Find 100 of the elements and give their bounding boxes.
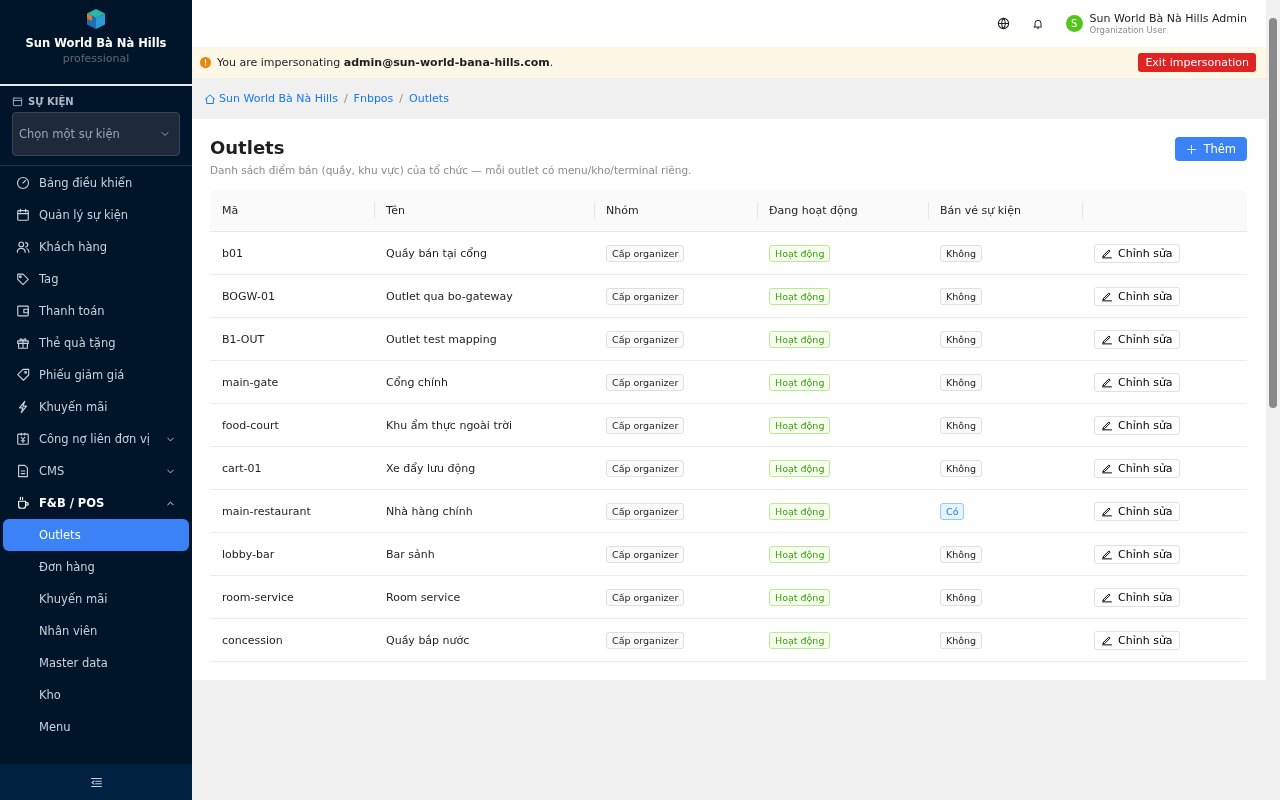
ticketing-tag: Không	[940, 373, 983, 391]
column-header: Mã	[210, 190, 374, 232]
sidebar-subitem[interactable]: Đơn hàng	[3, 551, 189, 583]
status-tag: Hoạt động	[769, 416, 831, 434]
pencil-icon	[1101, 419, 1113, 431]
status-tag: Hoạt động	[769, 588, 831, 606]
add-button[interactable]: Thêm	[1175, 137, 1247, 161]
ticketing-tag: Không	[940, 416, 983, 434]
group-tag: Cấp organizer	[606, 287, 685, 305]
warning-icon	[200, 57, 211, 68]
ticketing-tag: Không	[940, 287, 983, 305]
table-cell: Quầy bán tại cổng	[374, 231, 594, 275]
status-tag: Hoạt động	[769, 459, 831, 477]
impersonation-message: You are impersonating admin@sun-world-bana-hills.com.	[217, 56, 554, 69]
edit-button[interactable]: Chỉnh sửa	[1094, 587, 1180, 607]
sidebar-item[interactable]: CMS	[0, 455, 192, 487]
edit-button[interactable]: Chỉnh sửa	[1094, 286, 1180, 306]
tag-icon	[16, 272, 30, 286]
ticketing-tag: Không	[940, 244, 983, 262]
sidebar-item[interactable]: Công nợ liên đơn vị	[0, 423, 192, 455]
edit-button[interactable]: Chỉnh sửa	[1094, 630, 1180, 650]
table-cell: Outlet test mapping	[374, 317, 594, 361]
edit-button[interactable]: Chỉnh sửa	[1094, 243, 1180, 263]
plan-label: professional	[62, 52, 130, 65]
table-cell: Khu ẩm thực ngoài trời	[374, 403, 594, 447]
sidebar-item[interactable]: Khuyến mãi	[0, 391, 192, 423]
sidebar-item[interactable]: Khách hàng	[0, 231, 192, 263]
table-cell: room-service	[210, 575, 374, 619]
group-tag: Cấp organizer	[606, 373, 685, 391]
group-tag: Cấp organizer	[606, 545, 685, 563]
column-header: Tên	[374, 190, 594, 232]
event-select[interactable]: Chọn một sự kiện	[12, 112, 180, 156]
bell-icon	[1031, 17, 1044, 30]
table-cell: concession	[210, 618, 374, 662]
ticketing-tag: Không	[940, 631, 983, 649]
sidebar-item[interactable]: F&B / POS	[0, 487, 192, 519]
table-cell: Nhà hàng chính	[374, 489, 594, 533]
home-icon	[204, 92, 216, 105]
status-tag: Hoạt động	[769, 502, 831, 520]
users-icon	[16, 240, 30, 254]
sidebar-item[interactable]: Quản lý sự kiện	[0, 199, 192, 231]
pencil-icon	[1101, 290, 1113, 302]
document-icon	[16, 464, 30, 478]
gift-icon	[16, 336, 30, 350]
table-cell: lobby-bar	[210, 532, 374, 576]
bolt-icon	[16, 400, 30, 414]
user-role: Organization User	[1089, 24, 1167, 35]
sidebar-subitem[interactable]: Outlets	[3, 519, 189, 551]
breadcrumb-link[interactable]: Sun World Bà Nà Hills	[219, 92, 338, 105]
status-tag: Hoạt động	[769, 631, 831, 649]
sidebar-subitem[interactable]: Nhân viên	[3, 615, 189, 647]
sidebar-subitem[interactable]: Master data	[3, 647, 189, 679]
table-cell: Bar sảnh	[374, 532, 594, 576]
status-tag: Hoạt động	[769, 244, 831, 262]
pencil-icon	[1101, 247, 1113, 259]
cup-icon	[16, 496, 30, 510]
ticketing-tag: Không	[940, 545, 983, 563]
pencil-icon	[1101, 505, 1113, 517]
table-cell: b01	[210, 231, 374, 275]
globe-icon	[996, 17, 1010, 30]
column-header: Đang hoạt động	[757, 190, 928, 232]
ticketing-tag: Không	[940, 459, 983, 477]
status-tag: Hoạt động	[769, 330, 831, 348]
edit-button[interactable]: Chỉnh sửa	[1094, 415, 1180, 435]
table-cell: Room service	[374, 575, 594, 619]
edit-button[interactable]: Chỉnh sửa	[1094, 372, 1180, 392]
sidebar-item[interactable]: Thẻ quà tặng	[0, 327, 192, 359]
sidebar-item[interactable]: Thanh toán	[0, 295, 192, 327]
gauge-icon	[16, 176, 30, 190]
coupon-icon	[16, 368, 30, 382]
edit-button[interactable]: Chỉnh sửa	[1094, 544, 1180, 564]
pencil-icon	[1101, 376, 1113, 388]
ticketing-tag: Có	[940, 502, 965, 520]
table-cell: Cổng chính	[374, 360, 594, 404]
group-tag: Cấp organizer	[606, 588, 685, 606]
column-header: Bán vé sự kiện	[928, 190, 1082, 232]
table-cell: main-gate	[210, 360, 374, 404]
collapse-menu-icon	[89, 775, 103, 789]
status-tag: Hoạt động	[769, 287, 831, 305]
sidebar-subitem[interactable]: Kho	[3, 679, 189, 711]
edit-button[interactable]: Chỉnh sửa	[1094, 501, 1180, 521]
exit-impersonation-button[interactable]: Exit impersonation	[1138, 53, 1256, 72]
edit-button[interactable]: Chỉnh sửa	[1094, 458, 1180, 478]
group-tag: Cấp organizer	[606, 416, 685, 434]
group-tag: Cấp organizer	[606, 502, 685, 520]
breadcrumb-link[interactable]: Fnbpos	[353, 92, 394, 105]
plus-icon	[1186, 143, 1198, 155]
ticketing-tag: Không	[940, 330, 983, 348]
column-header: Nhóm	[594, 190, 757, 232]
table-cell: Xe đẩy lưu động	[374, 446, 594, 490]
sidebar-item[interactable]: Tag	[0, 263, 192, 295]
sidebar-item[interactable]: Bảng điều khiển	[0, 167, 192, 199]
sidebar-subitem[interactable]: Menu	[3, 711, 189, 743]
sidebar-subitem[interactable]: Khuyến mãi	[3, 583, 189, 615]
sidebar-item[interactable]: Phiếu giảm giá	[0, 359, 192, 391]
edit-button[interactable]: Chỉnh sửa	[1094, 329, 1180, 349]
breadcrumb-separator: /	[399, 92, 404, 105]
page-subtitle: Danh sách điểm bán (quầy, khu vực) của tổ chức — mỗi outlet có menu/kho/terminal riêng.	[210, 164, 692, 176]
breadcrumb-link[interactable]: Outlets	[409, 92, 449, 105]
table-cell: Quầy bắp nước	[374, 618, 594, 662]
